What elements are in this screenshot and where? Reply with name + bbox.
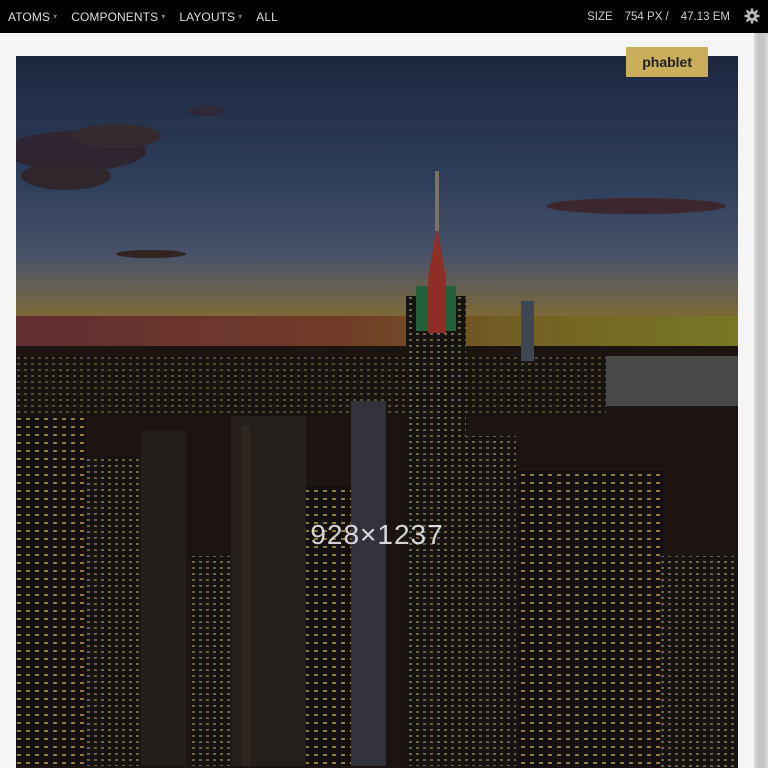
- image-dimensions-label: 928×1237: [310, 519, 444, 550]
- nav-layouts-label: LAYOUTS: [179, 9, 236, 24]
- nav-components-label: COMPONENTS: [71, 9, 159, 24]
- size-label: SIZE: [587, 10, 613, 23]
- nav-all-label: ALL: [256, 9, 278, 24]
- pattern-viewport: phablet 928×1237: [0, 33, 754, 768]
- nav-all[interactable]: ALL: [256, 10, 278, 24]
- city-skyline-image: [16, 56, 738, 768]
- viewport-size-readout: SIZE 754 PX / 47.13 EM: [587, 0, 730, 33]
- nav-atoms[interactable]: ATOMS ▾: [8, 10, 57, 24]
- chevron-down-icon: ▾: [161, 12, 166, 21]
- vertical-scrollbar[interactable]: [754, 33, 768, 768]
- gear-icon[interactable]: [744, 8, 760, 24]
- chevron-down-icon: ▾: [238, 12, 243, 21]
- top-toolbar: ATOMS ▾ COMPONENTS ▾ LAYOUTS ▾ ALL SIZE …: [0, 0, 768, 33]
- scrollbar-thumb[interactable]: [757, 33, 765, 768]
- viewport-size-badge: phablet: [626, 47, 708, 77]
- main-nav: ATOMS ▾ COMPONENTS ▾ LAYOUTS ▾ ALL: [8, 0, 278, 33]
- size-em[interactable]: 47.13 EM: [681, 11, 730, 23]
- nav-layouts[interactable]: LAYOUTS ▾: [179, 10, 242, 24]
- chevron-down-icon: ▾: [53, 12, 58, 21]
- size-px[interactable]: 754 PX /: [625, 11, 669, 23]
- nav-atoms-label: ATOMS: [8, 9, 51, 24]
- nav-components[interactable]: COMPONENTS ▾: [71, 10, 165, 24]
